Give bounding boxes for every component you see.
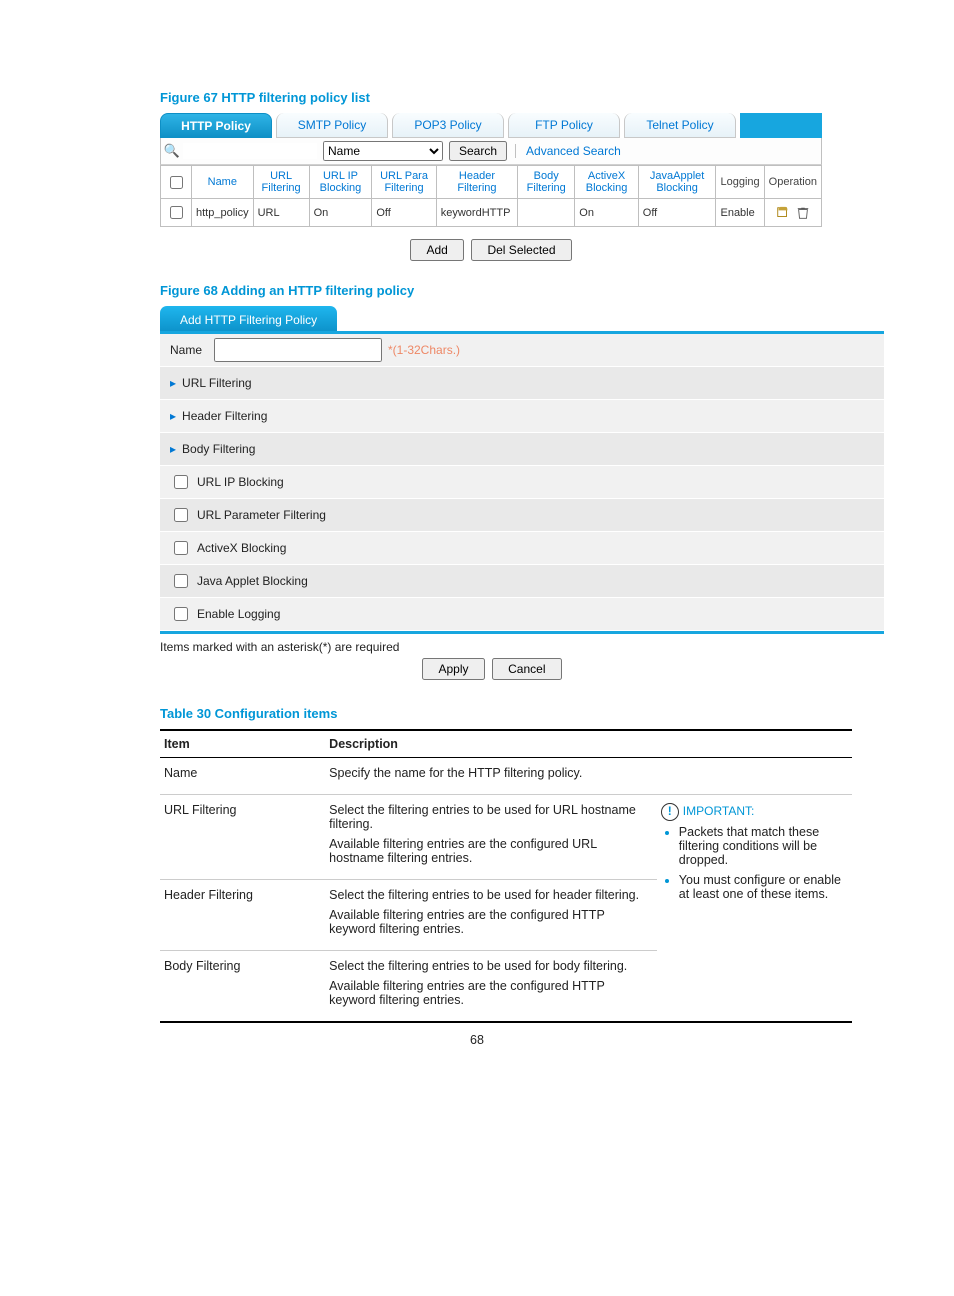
cell-logging: Enable bbox=[716, 199, 764, 227]
search-row: 🔍 Name Search Advanced Search bbox=[160, 138, 822, 165]
row-header-filtering[interactable]: ▸ Header Filtering bbox=[160, 400, 884, 433]
cell-header: keywordHTTP bbox=[436, 199, 517, 227]
cell-operation bbox=[764, 199, 821, 227]
row-java-blocking: Java Applet Blocking bbox=[160, 565, 884, 598]
cancel-button[interactable]: Cancel bbox=[492, 658, 561, 680]
cell-java: Off bbox=[638, 199, 716, 227]
tab-pop3-policy[interactable]: POP3 Policy bbox=[392, 113, 504, 138]
col-url-ip-block[interactable]: URL IP Blocking bbox=[309, 166, 372, 199]
col-operation: Operation bbox=[764, 166, 821, 199]
row-label: Enable Logging bbox=[197, 607, 280, 621]
table-row: http_policy URL On Off keywordHTTP On Of… bbox=[161, 199, 822, 227]
row-label: URL Parameter Filtering bbox=[197, 508, 326, 522]
cfg-item: Name bbox=[160, 758, 325, 795]
cfg-item: Body Filtering bbox=[160, 951, 325, 1023]
cfg-header-desc: Description bbox=[325, 730, 657, 758]
panel-title-tab: Add HTTP Filtering Policy bbox=[160, 306, 337, 334]
tab-telnet-policy[interactable]: Telnet Policy bbox=[624, 113, 736, 138]
delete-icon[interactable] bbox=[796, 206, 810, 220]
col-logging: Logging bbox=[716, 166, 764, 199]
java-blocking-checkbox[interactable] bbox=[174, 574, 188, 588]
advanced-search-link[interactable]: Advanced Search bbox=[515, 144, 621, 158]
tab-ftp-policy[interactable]: FTP Policy bbox=[508, 113, 620, 138]
tab-http-policy[interactable]: HTTP Policy bbox=[160, 113, 272, 138]
row-label: URL Filtering bbox=[182, 376, 252, 390]
policy-tab-strip: HTTP Policy SMTP Policy POP3 Policy FTP … bbox=[160, 113, 822, 138]
row-activex-blocking: ActiveX Blocking bbox=[160, 532, 884, 565]
activex-blocking-checkbox[interactable] bbox=[174, 541, 188, 555]
search-field-select[interactable]: Name bbox=[323, 141, 443, 161]
policy-grid: Name URL Filtering URL IP Blocking URL P… bbox=[160, 165, 822, 227]
add-button[interactable]: Add bbox=[410, 239, 463, 261]
cfg-important-note: ! IMPORTANT: Packets that match these fil… bbox=[657, 795, 852, 1023]
cfg-desc: Select the filtering entries to be used … bbox=[325, 795, 657, 880]
page-number: 68 bbox=[0, 1033, 954, 1047]
name-label: Name bbox=[170, 343, 214, 357]
expand-icon: ▸ bbox=[170, 376, 176, 390]
col-header-filter[interactable]: Header Filtering bbox=[436, 166, 517, 199]
row-enable-logging: Enable Logging bbox=[160, 598, 884, 631]
cfg-row-name: Name Specify the name for the HTTP filte… bbox=[160, 758, 852, 795]
cell-name: http_policy bbox=[192, 199, 254, 227]
url-param-filter-checkbox[interactable] bbox=[174, 508, 188, 522]
apply-button[interactable]: Apply bbox=[422, 658, 484, 680]
cfg-desc: Specify the name for the HTTP filtering … bbox=[325, 758, 852, 795]
cfg-desc: Select the filtering entries to be used … bbox=[325, 951, 657, 1023]
cell-url-ip: On bbox=[309, 199, 372, 227]
edit-icon[interactable] bbox=[776, 206, 790, 220]
col-activex[interactable]: ActiveX Blocking bbox=[575, 166, 638, 199]
row-checkbox[interactable] bbox=[170, 206, 183, 219]
expand-icon: ▸ bbox=[170, 442, 176, 456]
search-input[interactable] bbox=[183, 143, 317, 159]
important-bullet: Packets that match these filtering condi… bbox=[679, 825, 848, 867]
cfg-item: URL Filtering bbox=[160, 795, 325, 880]
name-hint: *(1-32Chars.) bbox=[388, 343, 460, 357]
table30-caption: Table 30 Configuration items bbox=[160, 706, 824, 721]
cell-body bbox=[518, 199, 575, 227]
important-bullet: You must configure or enable at least on… bbox=[679, 873, 848, 901]
cfg-desc: Select the filtering entries to be used … bbox=[325, 880, 657, 951]
row-label: Header Filtering bbox=[182, 409, 267, 423]
row-url-filtering[interactable]: ▸ URL Filtering bbox=[160, 367, 884, 400]
important-label: IMPORTANT: bbox=[683, 804, 755, 818]
enable-logging-checkbox[interactable] bbox=[174, 607, 188, 621]
col-body-filter[interactable]: Body Filtering bbox=[518, 166, 575, 199]
grid-button-row: Add Del Selected bbox=[160, 239, 822, 261]
url-ip-blocking-checkbox[interactable] bbox=[174, 475, 188, 489]
cell-url-filtering: URL bbox=[253, 199, 309, 227]
row-label: URL IP Blocking bbox=[197, 475, 284, 489]
required-note: Items marked with an asterisk(*) are req… bbox=[160, 640, 824, 654]
expand-icon: ▸ bbox=[170, 409, 176, 423]
figure67-caption: Figure 67 HTTP filtering policy list bbox=[160, 90, 824, 105]
figure68-caption: Figure 68 Adding an HTTP filtering polic… bbox=[160, 283, 824, 298]
col-javaapplet[interactable]: JavaApplet Blocking bbox=[638, 166, 716, 199]
tab-smtp-policy[interactable]: SMTP Policy bbox=[276, 113, 388, 138]
col-name[interactable]: Name bbox=[192, 166, 254, 199]
important-icon: ! bbox=[661, 803, 679, 821]
name-input[interactable] bbox=[214, 338, 382, 362]
cfg-header-item: Item bbox=[160, 730, 325, 758]
row-label: Java Applet Blocking bbox=[197, 574, 308, 588]
row-name: Name *(1-32Chars.) bbox=[160, 334, 884, 367]
cfg-item: Header Filtering bbox=[160, 880, 325, 951]
cell-url-para: Off bbox=[372, 199, 436, 227]
cell-activex: On bbox=[575, 199, 638, 227]
cfg-row-url-filtering: URL Filtering Select the filtering entri… bbox=[160, 795, 852, 880]
tab-trail bbox=[740, 113, 822, 138]
delete-selected-button[interactable]: Del Selected bbox=[471, 239, 571, 261]
col-url-filtering[interactable]: URL Filtering bbox=[253, 166, 309, 199]
row-label: ActiveX Blocking bbox=[197, 541, 286, 555]
row-label: Body Filtering bbox=[182, 442, 255, 456]
config-table: Item Description Name Specify the name f… bbox=[160, 729, 852, 1023]
panel-tab-underline bbox=[160, 331, 884, 334]
row-url-param-filtering: URL Parameter Filtering bbox=[160, 499, 884, 532]
select-all-checkbox[interactable] bbox=[170, 176, 183, 189]
search-button[interactable]: Search bbox=[449, 141, 507, 161]
add-policy-panel: Add HTTP Filtering Policy Name *(1-32Cha… bbox=[160, 306, 884, 634]
col-url-para[interactable]: URL Para Filtering bbox=[372, 166, 436, 199]
row-url-ip-blocking: URL IP Blocking bbox=[160, 466, 884, 499]
row-body-filtering[interactable]: ▸ Body Filtering bbox=[160, 433, 884, 466]
search-icon: 🔍 bbox=[161, 143, 183, 159]
cfg-header-blank bbox=[657, 730, 852, 758]
